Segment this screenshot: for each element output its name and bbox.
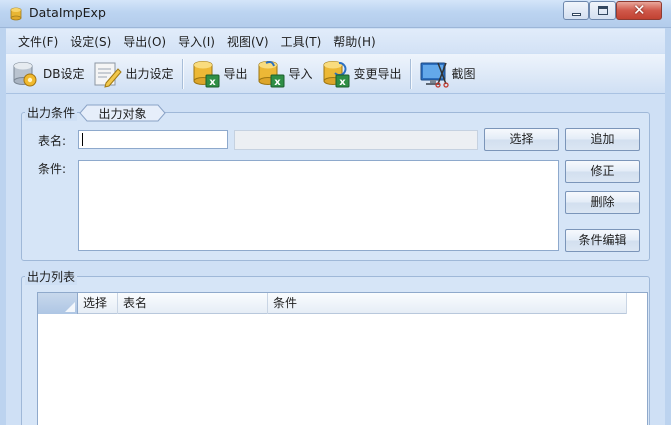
column-header-condition[interactable]: 条件	[268, 293, 627, 314]
menu-export[interactable]: 导出(O)	[117, 33, 172, 50]
table-name-label: 表名:	[38, 134, 67, 148]
diff-export-label: 变更导出	[353, 67, 402, 81]
diff-export-button[interactable]: x 变更导出	[317, 56, 406, 92]
grid-select-all-corner[interactable]	[38, 293, 78, 314]
close-button[interactable]: ✕	[616, 1, 662, 20]
delete-button[interactable]: 删除	[565, 191, 640, 214]
window-title: DataImpExp	[29, 5, 106, 20]
edit-form-icon	[94, 62, 123, 88]
modify-button[interactable]: 修正	[565, 160, 640, 183]
minimize-button[interactable]	[563, 1, 589, 20]
database-export-icon: x	[193, 60, 219, 88]
menu-help[interactable]: 帮助(H)	[327, 33, 381, 50]
maximize-button[interactable]	[589, 1, 616, 20]
output-settings-button[interactable]: 出力设定	[88, 56, 177, 92]
add-button[interactable]: 追加	[565, 128, 640, 151]
db-settings-label: DB设定	[43, 67, 85, 81]
output-conditions-title: 出力条件	[25, 104, 78, 121]
app-icon	[10, 7, 22, 21]
screenshot-button[interactable]: 截图	[415, 56, 480, 92]
export-button[interactable]: x 导出	[187, 56, 252, 92]
menu-bar: 文件(F) 设定(S) 导出(O) 导入(I) 视图(V) 工具(T) 帮助(H…	[6, 29, 665, 53]
title-bar[interactable]: DataImpExp ✕	[0, 0, 671, 28]
database-diff-export-icon: x	[323, 60, 350, 88]
condition-textarea[interactable]	[78, 160, 559, 251]
close-icon: ✕	[633, 1, 646, 19]
menu-tools[interactable]: 工具(T)	[275, 33, 328, 50]
column-header-select[interactable]: 选择	[78, 293, 118, 314]
text-caret	[82, 133, 83, 146]
output-settings-label: 出力设定	[125, 67, 174, 81]
import-button[interactable]: x 导入	[252, 56, 317, 92]
minimize-icon	[572, 13, 581, 16]
toolbar-separator	[181, 58, 183, 89]
database-gear-icon	[13, 61, 37, 86]
menu-view[interactable]: 视图(V)	[221, 33, 275, 50]
import-label: 导入	[288, 67, 313, 81]
condition-edit-button[interactable]: 条件编辑	[565, 229, 640, 252]
toolbar: DB设定 出力设定 x 导出 x 导入 x 变更导出 截图	[6, 54, 665, 94]
condition-label: 条件:	[38, 162, 67, 176]
output-list-grid[interactable]: 选择 表名 条件	[37, 292, 648, 425]
menu-import[interactable]: 导入(I)	[172, 33, 221, 50]
maximize-icon	[598, 6, 608, 15]
database-import-icon: x	[258, 60, 285, 88]
svg-text:x: x	[274, 77, 281, 88]
output-list-title: 出力列表	[25, 268, 78, 285]
menu-file[interactable]: 文件(F)	[12, 33, 64, 50]
svg-text:x: x	[339, 77, 346, 88]
output-target-tab-label: 出力对象	[98, 107, 147, 121]
output-target-tab[interactable]: 出力对象	[79, 104, 166, 122]
select-button[interactable]: 选择	[484, 128, 559, 151]
menu-settings[interactable]: 设定(S)	[64, 33, 117, 50]
export-label: 导出	[223, 67, 248, 81]
db-settings-button[interactable]: DB设定	[6, 56, 88, 92]
monitor-scissors-icon	[420, 62, 449, 88]
column-header-table-name[interactable]: 表名	[118, 293, 268, 314]
table-name-input[interactable]	[78, 130, 228, 149]
screenshot-label: 截图	[451, 67, 476, 81]
corner-triangle-icon	[65, 302, 75, 312]
grid-header: 选择 表名 条件	[38, 293, 627, 314]
toolbar-separator	[409, 58, 411, 89]
svg-text:x: x	[209, 77, 216, 88]
table-name-display-field	[234, 130, 478, 150]
